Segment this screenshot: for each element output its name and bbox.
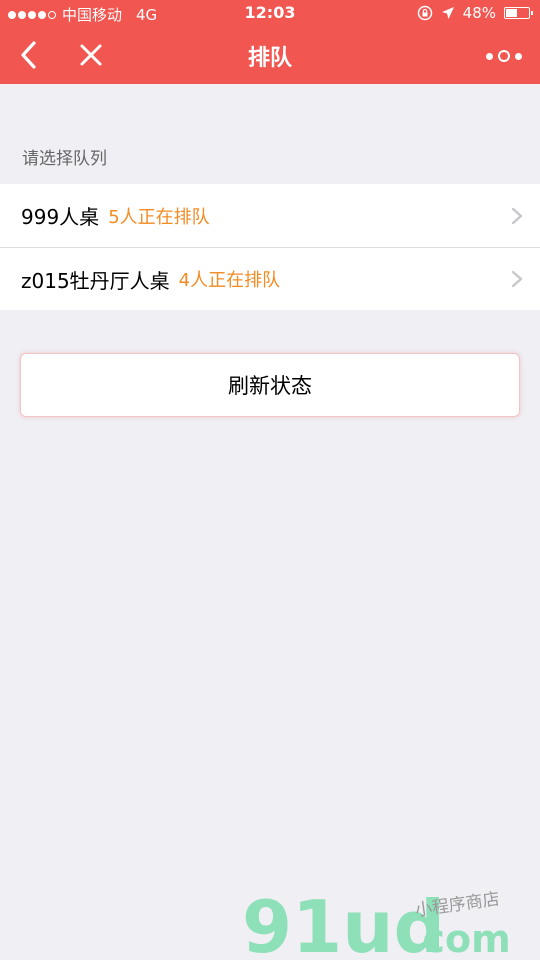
queue-list: 999人桌 5人正在排队 z015牡丹厅人桌 4人正在排队: [0, 184, 540, 310]
battery-icon: [504, 7, 533, 19]
queue-item[interactable]: z015牡丹厅人桌 4人正在排队: [0, 247, 540, 310]
watermark-logo: 91ud .com 小程序商店: [242, 885, 511, 960]
queue-name: 999人桌: [21, 205, 100, 229]
section-label: 请选择队列: [22, 149, 107, 169]
status-bar: 中国移动 4G 12:03 48%: [0, 0, 540, 28]
chevron-right-icon: [511, 207, 523, 224]
queue-status: 4人正在排队: [178, 270, 281, 291]
queue-status: 5人正在排队: [108, 206, 210, 228]
page-title: 排队: [247, 46, 292, 71]
battery-percent: 48%: [462, 4, 496, 22]
location-arrow-icon: [441, 7, 454, 19]
more-dots-icon[interactable]: [486, 46, 522, 66]
navigation-bar: 排队: [0, 28, 540, 84]
queue-name: z015牡丹厅人桌: [21, 268, 170, 293]
status-right: 48%: [417, 4, 533, 22]
rotation-lock-icon: [417, 5, 432, 21]
watermark-domain: .com: [408, 917, 511, 960]
chevron-right-icon: [511, 270, 523, 288]
queue-item[interactable]: 999人桌 5人正在排队: [0, 184, 540, 247]
refresh-status-button[interactable]: 刷新状态: [20, 353, 520, 417]
